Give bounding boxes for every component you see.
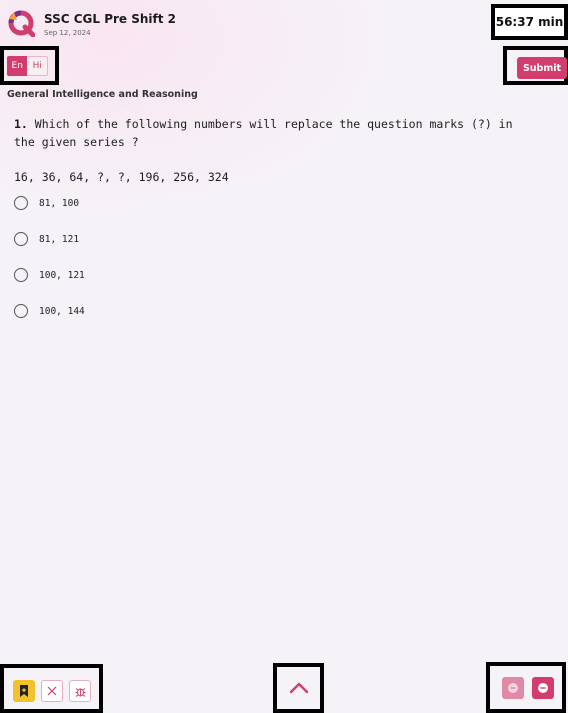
header: SSC CGL Pre Shift 2 Sep 12, 2024 <box>0 0 568 44</box>
radio-icon[interactable] <box>14 268 28 282</box>
option-label: 100, 144 <box>39 305 85 317</box>
question-series: 16, 36, 64, ?, ?, 196, 256, 324 <box>14 170 229 184</box>
radio-icon[interactable] <box>14 304 28 318</box>
question-number: 1. <box>14 117 28 131</box>
bookmark-icon <box>20 685 28 697</box>
language-toggle: En Hi <box>0 46 59 85</box>
clear-button[interactable] <box>41 680 63 702</box>
language-hi-button[interactable]: Hi <box>27 56 48 76</box>
bug-icon <box>75 687 85 697</box>
radio-icon[interactable] <box>14 196 28 210</box>
report-button[interactable] <box>69 680 91 702</box>
bookmark-button[interactable] <box>13 680 35 702</box>
scroll-up-area <box>273 663 324 713</box>
app-date: Sep 12, 2024 <box>44 29 91 37</box>
previous-button[interactable] <box>502 676 524 699</box>
radio-icon[interactable] <box>14 232 28 246</box>
next-button[interactable] <box>532 676 554 699</box>
minus-circle-icon <box>508 682 518 693</box>
option-label: 100, 121 <box>39 269 85 281</box>
logo-icon <box>8 10 35 37</box>
option-2[interactable]: 81, 121 <box>14 230 79 248</box>
option-4[interactable]: 100, 144 <box>14 302 85 320</box>
option-label: 81, 100 <box>39 197 80 209</box>
question-navigation <box>486 662 566 713</box>
question-tools <box>0 664 103 713</box>
submit-area: Submit <box>503 46 568 85</box>
option-3[interactable]: 100, 121 <box>14 266 85 284</box>
section-title: General Intelligence and Reasoning <box>7 89 198 100</box>
question-text: 1. Which of the following numbers will r… <box>14 115 534 151</box>
timer: 56:37 min <box>491 4 568 40</box>
chevron-up-icon[interactable] <box>289 682 309 694</box>
app-title: SSC CGL Pre Shift 2 <box>44 12 177 26</box>
close-icon <box>47 686 57 696</box>
question-body: Which of the following numbers will repl… <box>14 117 513 149</box>
language-en-button[interactable]: En <box>7 56 28 76</box>
option-label: 81, 121 <box>39 233 80 245</box>
next-circle-icon <box>538 682 548 693</box>
submit-button[interactable]: Submit <box>517 57 567 79</box>
option-1[interactable]: 81, 100 <box>14 194 79 212</box>
